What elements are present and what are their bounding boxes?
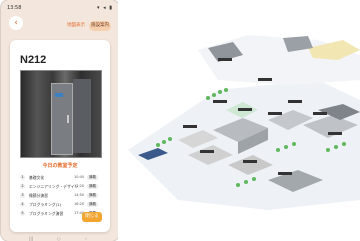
subject-name: 基礎文化 xyxy=(29,175,45,180)
schedule-title: 今日の教室予定 xyxy=(42,163,78,169)
class-time: 10:40 xyxy=(74,175,85,179)
system-nav-bar: ||| ○ ‹ xyxy=(1,235,119,241)
close-button[interactable]: 閉じる xyxy=(82,212,102,222)
room-name: N212 xyxy=(20,54,47,66)
schedule-row: 1 基礎文化 10:40 講義 xyxy=(18,173,102,182)
class-tag: 講義 xyxy=(87,201,98,207)
period-number: 2 xyxy=(20,184,25,189)
class-tag: 講義 xyxy=(87,174,98,180)
chevron-left-icon: ‹ xyxy=(14,18,18,28)
home-icon[interactable]: ○ xyxy=(57,236,61,241)
back-button[interactable]: ‹ xyxy=(9,16,23,30)
subject-name: プログラミング演習 xyxy=(29,211,64,216)
room-info-card: N212 今日の教室予定 1 基礎文化 10:40 講義 2 エンジニアリング・… xyxy=(10,40,110,232)
back-nav-icon[interactable]: ‹ xyxy=(85,236,87,241)
period-number: 4 xyxy=(20,202,25,207)
door-handle xyxy=(67,115,69,123)
subject-name: プログラミング(1) xyxy=(29,202,61,207)
class-time: 16:20 xyxy=(74,202,85,206)
tab-facility-info[interactable]: 施設案内 xyxy=(89,21,111,31)
status-time: 13:58 xyxy=(7,5,22,11)
period-number: 5 xyxy=(20,211,25,216)
class-time: 12:20 xyxy=(74,184,85,188)
schedule-row: 3 微積分演習 14:50 講義 xyxy=(18,191,102,200)
door-shape-right xyxy=(73,79,91,153)
period-number: 3 xyxy=(20,193,25,198)
status-indicators: ▾ ◂ ▮ xyxy=(97,5,113,11)
recent-apps-icon[interactable]: ||| xyxy=(29,236,33,241)
room-photo xyxy=(20,70,102,158)
subject-name: 微積分演習 xyxy=(29,193,48,198)
status-bar: 13:58 ▾ ◂ ▮ xyxy=(7,5,113,13)
subject-name: エンジニアリング・デザイン xyxy=(29,184,79,189)
schedule-row: 2 エンジニアリング・デザイン 12:20 講義 xyxy=(18,182,102,191)
class-tag: 講義 xyxy=(87,183,98,189)
period-number: 1 xyxy=(20,175,25,180)
class-time: 14:50 xyxy=(74,193,85,197)
schedule-row: 4 プログラミング(1) 16:20 講義 xyxy=(18,200,102,209)
class-tag: 講義 xyxy=(87,192,98,198)
phone-screen: 13:58 ▾ ◂ ▮ ‹ 地図表示 施設案内 N212 今日の教室予定 1 基… xyxy=(1,0,119,241)
room-plate xyxy=(55,93,63,97)
campus-map[interactable] xyxy=(118,0,360,241)
tab-map[interactable]: 地図表示 xyxy=(65,21,87,31)
